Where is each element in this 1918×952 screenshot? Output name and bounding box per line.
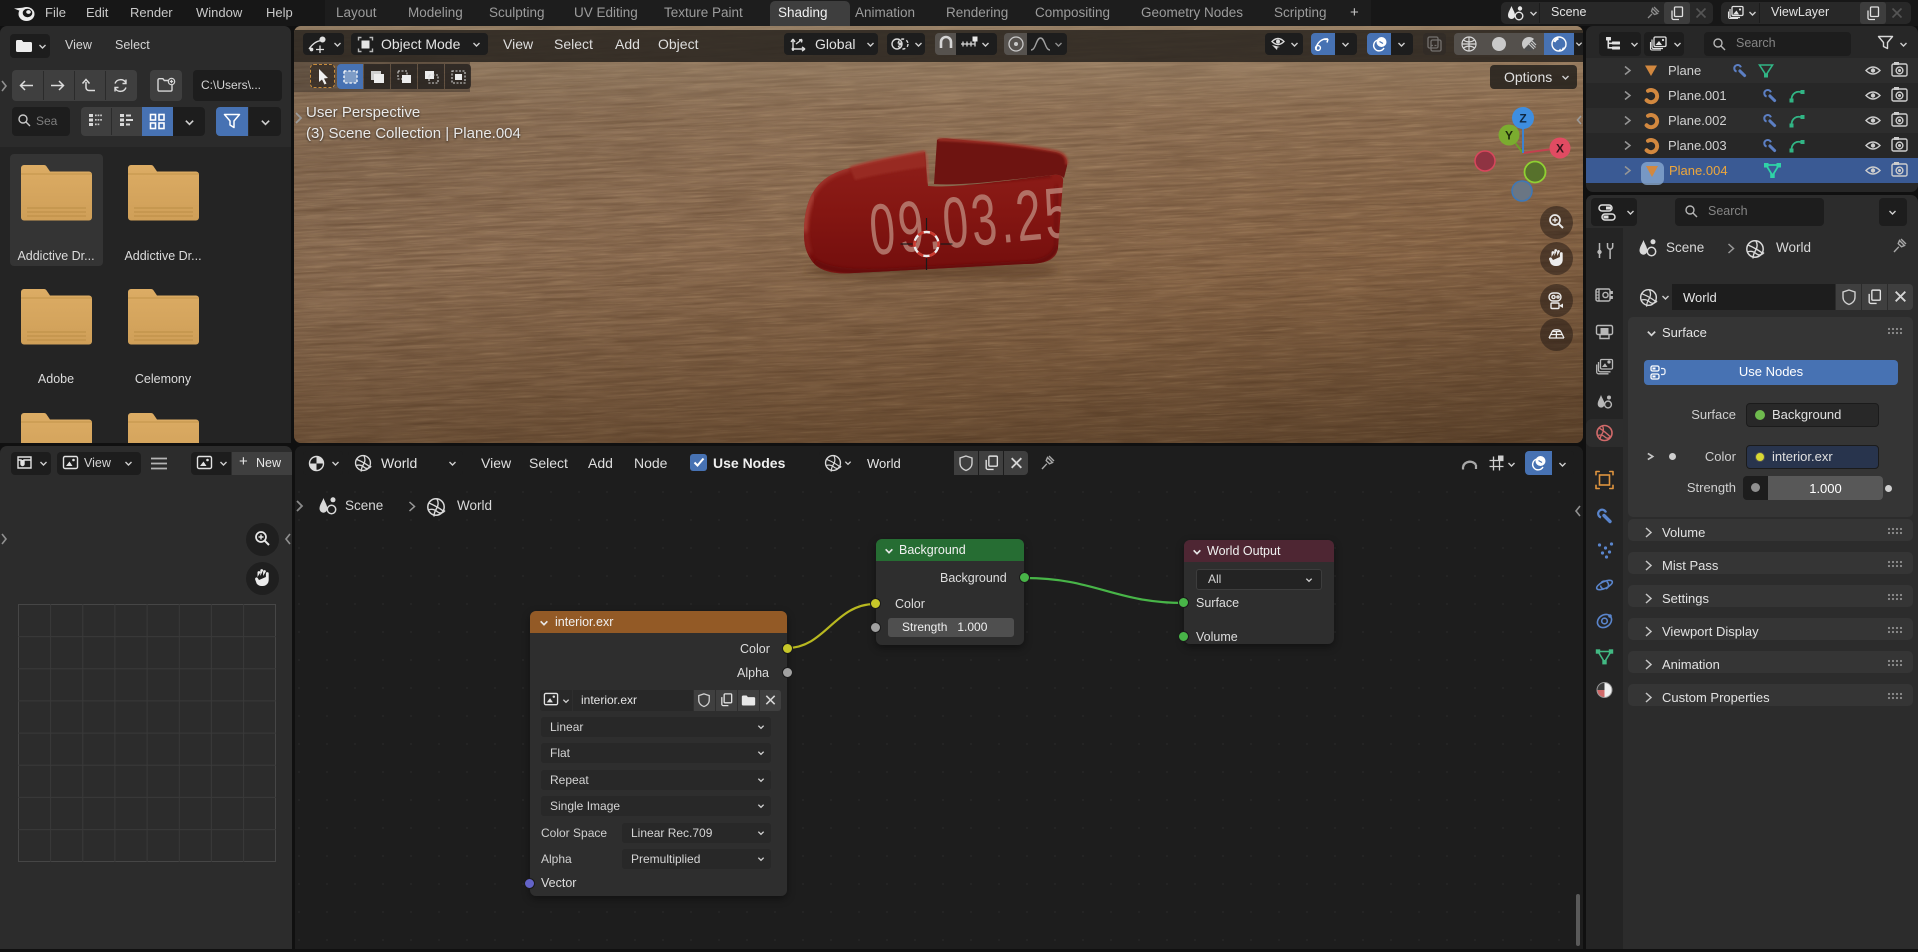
- svg-text:Addictive Dr...: Addictive Dr...: [17, 249, 94, 263]
- svg-text:Celemony: Celemony: [135, 372, 192, 386]
- svg-text:Viewport Display: Viewport Display: [1662, 624, 1759, 639]
- svg-text:Animation: Animation: [1662, 657, 1720, 672]
- svg-text:X: X: [1556, 142, 1564, 156]
- svg-text:Plane.003: Plane.003: [1668, 138, 1727, 153]
- svg-text:Volume: Volume: [1662, 525, 1705, 540]
- svg-text:Z: Z: [1519, 112, 1526, 126]
- svg-text:Plane: Plane: [1668, 63, 1701, 78]
- svg-text:Y: Y: [1505, 129, 1513, 143]
- svg-text:Custom Properties: Custom Properties: [1662, 690, 1770, 705]
- svg-text:Plane.002: Plane.002: [1668, 113, 1727, 128]
- svg-text:Adobe: Adobe: [38, 372, 74, 386]
- svg-text:Mist Pass: Mist Pass: [1662, 558, 1719, 573]
- svg-text:Addictive Dr...: Addictive Dr...: [124, 249, 201, 263]
- svg-text:Plane.001: Plane.001: [1668, 88, 1727, 103]
- svg-text:Plane.004: Plane.004: [1669, 163, 1728, 178]
- svg-text:Settings: Settings: [1662, 591, 1709, 606]
